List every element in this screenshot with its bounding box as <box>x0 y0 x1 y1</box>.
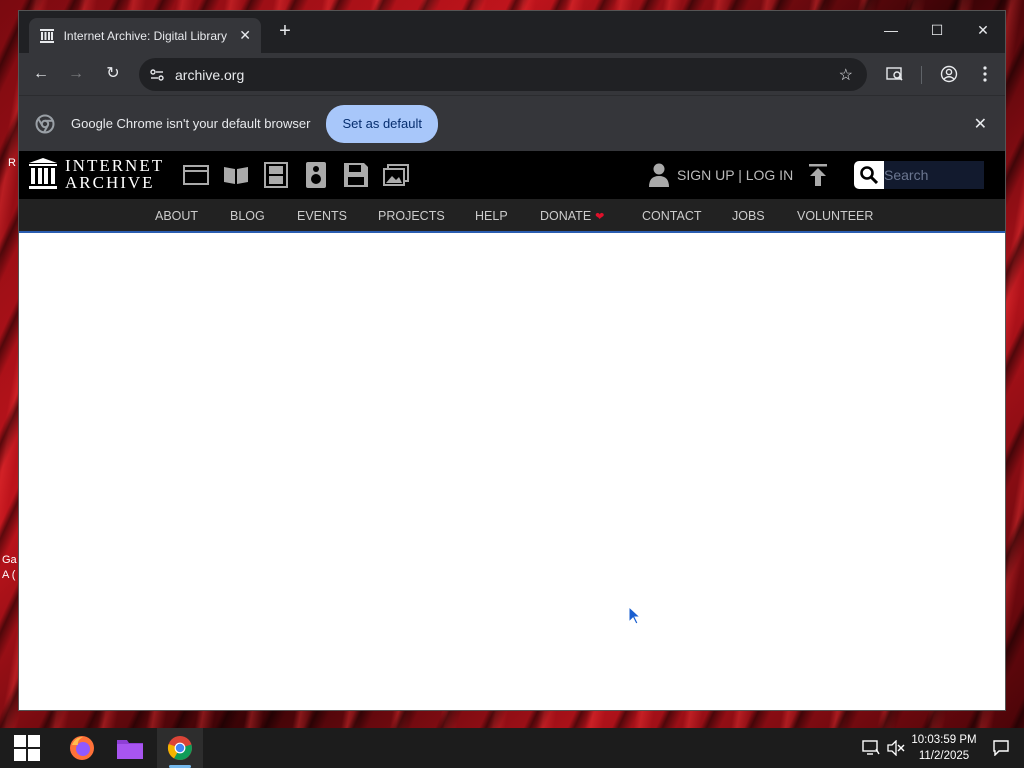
maximize-button[interactable]: ☐ <box>927 22 947 39</box>
firefox-icon[interactable] <box>59 728 105 768</box>
kebab-menu-icon[interactable] <box>974 63 996 85</box>
nav-donate[interactable]: DONATE ❤ <box>540 209 604 223</box>
nav-about[interactable]: ABOUT <box>155 209 198 223</box>
sign-up-log-in-link[interactable]: SIGN UP | LOG IN <box>649 163 793 187</box>
logo-text-line2: ARCHIVE <box>65 173 155 192</box>
auth-label: SIGN UP | LOG IN <box>677 167 794 183</box>
new-tab-button[interactable]: + <box>273 20 297 43</box>
close-window-button[interactable]: ✕ <box>973 22 993 39</box>
file-explorer-icon[interactable] <box>107 728 153 768</box>
desktop-icon-label[interactable]: Ga <box>2 554 17 566</box>
minimize-button[interactable]: — <box>881 22 901 38</box>
archive-columns-icon <box>39 28 55 44</box>
browser-tab[interactable]: Internet Archive: Digital Library ✕ <box>29 18 261 53</box>
forward-arrow-icon[interactable]: → <box>65 63 87 85</box>
nav-jobs[interactable]: JOBS <box>732 209 765 223</box>
chrome-logo-icon <box>35 114 55 134</box>
infobar-close-icon[interactable]: ✕ <box>974 114 987 134</box>
volume-muted-icon[interactable] <box>887 739 905 757</box>
profile-icon[interactable] <box>938 63 960 85</box>
network-icon[interactable] <box>862 739 880 757</box>
search-icon[interactable] <box>854 161 884 189</box>
default-browser-infobar: Google Chrome isn't your default browser… <box>19 95 1005 151</box>
nav-projects[interactable]: PROJECTS <box>378 209 445 223</box>
nav-events[interactable]: EVENTS <box>297 209 347 223</box>
nav-donate-label: DONATE <box>540 209 592 223</box>
nav-help[interactable]: HELP <box>475 209 508 223</box>
url-text[interactable]: archive.org <box>175 67 839 83</box>
toolbar-divider <box>921 66 922 84</box>
ia-secondary-nav: ABOUT BLOG EVENTS PROJECTS HELP DONATE ❤ … <box>19 199 1005 233</box>
archive-columns-icon <box>29 158 57 189</box>
back-arrow-icon[interactable]: ← <box>30 63 52 85</box>
browser-toolbar: ← → ↻ archive.org ☆ <box>19 53 1005 95</box>
texts-icon[interactable] <box>222 161 250 189</box>
logo-text-line1: INTERNET <box>65 156 165 175</box>
nav-volunteer[interactable]: VOLUNTEER <box>797 209 873 223</box>
desktop-icon-label[interactable]: A ( <box>2 569 15 581</box>
images-icon[interactable] <box>382 161 410 189</box>
tab-strip: Internet Archive: Digital Library ✕ + — … <box>19 11 1005 53</box>
taskbar: 10:03:59 PM 11/2/2025 <box>0 728 1024 768</box>
address-bar[interactable]: archive.org ☆ <box>139 58 867 91</box>
start-icon[interactable] <box>4 728 50 768</box>
page-content-area <box>19 235 1005 710</box>
desktop-icon-label[interactable]: R <box>8 157 16 169</box>
reload-icon[interactable]: ↻ <box>102 63 124 85</box>
web-icon[interactable] <box>182 161 210 189</box>
taskbar-clock[interactable]: 10:03:59 PM 11/2/2025 <box>906 732 982 764</box>
clock-date: 11/2/2025 <box>918 750 970 762</box>
mouse-cursor-icon <box>628 605 642 630</box>
nav-blog[interactable]: BLOG <box>230 209 265 223</box>
tab-close-icon[interactable]: ✕ <box>239 27 251 44</box>
browser-window: Internet Archive: Digital Library ✕ + — … <box>18 10 1006 711</box>
clock-time: 10:03:59 PM <box>911 734 977 746</box>
notification-icon[interactable] <box>992 739 1010 757</box>
audio-icon[interactable] <box>302 161 330 189</box>
set-as-default-button[interactable]: Set as default <box>326 104 438 143</box>
site-settings-icon[interactable] <box>147 67 167 83</box>
software-icon[interactable] <box>342 161 370 189</box>
upload-icon[interactable] <box>807 163 829 187</box>
ia-search <box>854 160 984 190</box>
cast-search-icon[interactable] <box>884 63 906 85</box>
chrome-icon[interactable] <box>157 728 203 768</box>
bookmark-star-icon[interactable]: ☆ <box>839 65 853 85</box>
video-icon[interactable] <box>262 161 290 189</box>
infobar-message: Google Chrome isn't your default browser <box>71 116 311 131</box>
search-input[interactable] <box>884 161 984 189</box>
heart-icon: ❤ <box>595 211 605 223</box>
nav-contact[interactable]: CONTACT <box>642 209 702 223</box>
ia-logo[interactable]: INTERNET ARCHIVE <box>29 157 164 191</box>
user-icon <box>649 163 669 187</box>
ia-header: INTERNET ARCHIVE SIGN UP | LOG IN <box>19 151 1005 199</box>
tab-title: Internet Archive: Digital Library <box>63 28 227 43</box>
